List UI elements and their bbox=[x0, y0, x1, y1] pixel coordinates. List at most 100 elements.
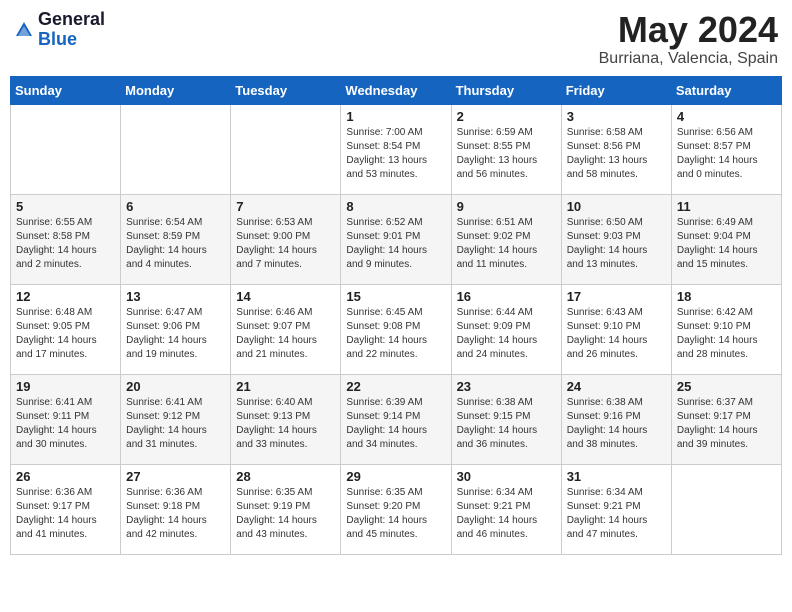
calendar-week-5: 26 Sunrise: 6:36 AM Sunset: 9:17 PM Dayli… bbox=[11, 464, 782, 554]
logo: General Blue bbox=[14, 10, 105, 50]
column-header-tuesday: Tuesday bbox=[231, 76, 341, 104]
calendar-cell: 27Sunrise: 6:36 AM Sunset: 9:18 PM Dayli… bbox=[121, 464, 231, 554]
column-header-wednesday: Wednesday bbox=[341, 76, 451, 104]
day-number: 12 bbox=[16, 289, 115, 304]
calendar-cell: 28 Sunrise: 6:35 AM Sunset: 9:19 PM Dayli… bbox=[231, 464, 341, 554]
calendar-cell: 22Sunrise: 6:39 AM Sunset: 9:14 PM Dayli… bbox=[341, 374, 451, 464]
day-info: Sunrise: 6:50 AM Sunset: 9:03 PM Dayligh… bbox=[567, 216, 666, 272]
calendar-cell: 19Sunrise: 6:41 AM Sunset: 9:11 PM Dayli… bbox=[11, 374, 121, 464]
day-number: 14 bbox=[236, 289, 335, 304]
day-number: 26 bbox=[16, 469, 115, 484]
calendar-cell: 18Sunrise: 6:42 AM Sunset: 9:10 PM Dayli… bbox=[671, 284, 781, 374]
title-block: May 2024 Burriana, Valencia, Spain bbox=[599, 10, 778, 68]
calendar-cell: 17Sunrise: 6:43 AM Sunset: 9:10 PM Dayli… bbox=[561, 284, 671, 374]
day-number: 4 bbox=[677, 109, 776, 124]
day-info: Sunrise: 6:58 AM Sunset: 8:56 PM Dayligh… bbox=[567, 126, 666, 182]
day-info: Sunrise: 6:59 AM Sunset: 8:55 PM Dayligh… bbox=[457, 126, 556, 182]
calendar-cell: 23 Sunrise: 6:38 AM Sunset: 9:15 PM Dayli… bbox=[451, 374, 561, 464]
day-info: Sunrise: 7:00 AM Sunset: 8:54 PM Dayligh… bbox=[346, 126, 445, 182]
day-info: Sunrise: 6:43 AM Sunset: 9:10 PM Dayligh… bbox=[567, 306, 666, 362]
day-number: 27 bbox=[126, 469, 225, 484]
column-header-friday: Friday bbox=[561, 76, 671, 104]
day-info: Sunrise: 6:38 AM Sunset: 9:15 PM Dayligh… bbox=[457, 396, 556, 452]
day-number: 8 bbox=[346, 199, 445, 214]
day-info: Sunrise: 6:41 AM Sunset: 9:11 PM Dayligh… bbox=[16, 396, 115, 452]
day-info: Sunrise: 6:48 AM Sunset: 9:05 PM Dayligh… bbox=[16, 306, 115, 362]
day-number: 24 bbox=[567, 379, 666, 394]
calendar-cell: 21 Sunrise: 6:40 AM Sunset: 9:13 PM Dayli… bbox=[231, 374, 341, 464]
calendar-cell: 9 Sunrise: 6:51 AM Sunset: 9:02 PM Daylig… bbox=[451, 194, 561, 284]
calendar-week-2: 5 Sunrise: 6:55 AM Sunset: 8:58 PM Daylig… bbox=[11, 194, 782, 284]
calendar-week-1: 1 Sunrise: 7:00 AM Sunset: 8:54 PM Daylig… bbox=[11, 104, 782, 194]
day-info: Sunrise: 6:34 AM Sunset: 9:21 PM Dayligh… bbox=[457, 486, 556, 542]
day-number: 5 bbox=[16, 199, 115, 214]
day-number: 3 bbox=[567, 109, 666, 124]
calendar-cell: 16 Sunrise: 6:44 AM Sunset: 9:09 PM Dayli… bbox=[451, 284, 561, 374]
logo-general-text: General bbox=[38, 10, 105, 30]
calendar-table: SundayMondayTuesdayWednesdayThursdayFrid… bbox=[10, 76, 782, 555]
location-subtitle: Burriana, Valencia, Spain bbox=[599, 50, 778, 68]
calendar-cell: 12 Sunrise: 6:48 AM Sunset: 9:05 PM Dayli… bbox=[11, 284, 121, 374]
calendar-cell: 3 Sunrise: 6:58 AM Sunset: 8:56 PM Daylig… bbox=[561, 104, 671, 194]
day-info: Sunrise: 6:51 AM Sunset: 9:02 PM Dayligh… bbox=[457, 216, 556, 272]
day-info: Sunrise: 6:41 AM Sunset: 9:12 PM Dayligh… bbox=[126, 396, 225, 452]
calendar-cell: 15Sunrise: 6:45 AM Sunset: 9:08 PM Dayli… bbox=[341, 284, 451, 374]
month-year-title: May 2024 bbox=[599, 10, 778, 50]
column-header-saturday: Saturday bbox=[671, 76, 781, 104]
calendar-cell: 30 Sunrise: 6:34 AM Sunset: 9:21 PM Dayli… bbox=[451, 464, 561, 554]
calendar-week-3: 12 Sunrise: 6:48 AM Sunset: 9:05 PM Dayli… bbox=[11, 284, 782, 374]
day-number: 31 bbox=[567, 469, 666, 484]
day-info: Sunrise: 6:44 AM Sunset: 9:09 PM Dayligh… bbox=[457, 306, 556, 362]
day-info: Sunrise: 6:36 AM Sunset: 9:17 PM Dayligh… bbox=[16, 486, 115, 542]
day-number: 16 bbox=[457, 289, 556, 304]
column-header-sunday: Sunday bbox=[11, 76, 121, 104]
column-header-monday: Monday bbox=[121, 76, 231, 104]
calendar-cell: 8 Sunrise: 6:52 AM Sunset: 9:01 PM Daylig… bbox=[341, 194, 451, 284]
day-number: 1 bbox=[346, 109, 445, 124]
logo-blue-text: Blue bbox=[38, 30, 105, 50]
calendar-cell: 10 Sunrise: 6:50 AM Sunset: 9:03 PM Dayli… bbox=[561, 194, 671, 284]
calendar-cell bbox=[11, 104, 121, 194]
calendar-cell: 6 Sunrise: 6:54 AM Sunset: 8:59 PM Daylig… bbox=[121, 194, 231, 284]
day-number: 21 bbox=[236, 379, 335, 394]
day-number: 7 bbox=[236, 199, 335, 214]
day-info: Sunrise: 6:46 AM Sunset: 9:07 PM Dayligh… bbox=[236, 306, 335, 362]
day-number: 11 bbox=[677, 199, 776, 214]
day-number: 9 bbox=[457, 199, 556, 214]
calendar-cell bbox=[121, 104, 231, 194]
day-number: 20 bbox=[126, 379, 225, 394]
day-number: 29 bbox=[346, 469, 445, 484]
day-number: 22 bbox=[346, 379, 445, 394]
day-info: Sunrise: 6:52 AM Sunset: 9:01 PM Dayligh… bbox=[346, 216, 445, 272]
calendar-cell: 13Sunrise: 6:47 AM Sunset: 9:06 PM Dayli… bbox=[121, 284, 231, 374]
calendar-cell: 29Sunrise: 6:35 AM Sunset: 9:20 PM Dayli… bbox=[341, 464, 451, 554]
calendar-cell: 14 Sunrise: 6:46 AM Sunset: 9:07 PM Dayli… bbox=[231, 284, 341, 374]
day-number: 30 bbox=[457, 469, 556, 484]
day-info: Sunrise: 6:55 AM Sunset: 8:58 PM Dayligh… bbox=[16, 216, 115, 272]
calendar-cell: 1 Sunrise: 7:00 AM Sunset: 8:54 PM Daylig… bbox=[341, 104, 451, 194]
day-number: 15 bbox=[346, 289, 445, 304]
page-header: General Blue May 2024 Burriana, Valencia… bbox=[10, 10, 782, 68]
day-info: Sunrise: 6:37 AM Sunset: 9:17 PM Dayligh… bbox=[677, 396, 776, 452]
calendar-cell: 11Sunrise: 6:49 AM Sunset: 9:04 PM Dayli… bbox=[671, 194, 781, 284]
day-info: Sunrise: 6:38 AM Sunset: 9:16 PM Dayligh… bbox=[567, 396, 666, 452]
day-number: 18 bbox=[677, 289, 776, 304]
day-number: 23 bbox=[457, 379, 556, 394]
calendar-cell: 4 Sunrise: 6:56 AM Sunset: 8:57 PM Daylig… bbox=[671, 104, 781, 194]
day-info: Sunrise: 6:53 AM Sunset: 9:00 PM Dayligh… bbox=[236, 216, 335, 272]
calendar-cell: 24 Sunrise: 6:38 AM Sunset: 9:16 PM Dayli… bbox=[561, 374, 671, 464]
calendar-cell: 20 Sunrise: 6:41 AM Sunset: 9:12 PM Dayli… bbox=[121, 374, 231, 464]
calendar-cell: 5 Sunrise: 6:55 AM Sunset: 8:58 PM Daylig… bbox=[11, 194, 121, 284]
day-info: Sunrise: 6:54 AM Sunset: 8:59 PM Dayligh… bbox=[126, 216, 225, 272]
day-info: Sunrise: 6:35 AM Sunset: 9:19 PM Dayligh… bbox=[236, 486, 335, 542]
day-number: 28 bbox=[236, 469, 335, 484]
calendar-cell: 25Sunrise: 6:37 AM Sunset: 9:17 PM Dayli… bbox=[671, 374, 781, 464]
day-info: Sunrise: 6:40 AM Sunset: 9:13 PM Dayligh… bbox=[236, 396, 335, 452]
calendar-cell bbox=[671, 464, 781, 554]
day-info: Sunrise: 6:56 AM Sunset: 8:57 PM Dayligh… bbox=[677, 126, 776, 182]
day-number: 10 bbox=[567, 199, 666, 214]
calendar-cell: 2Sunrise: 6:59 AM Sunset: 8:55 PM Daylig… bbox=[451, 104, 561, 194]
calendar-header-row: SundayMondayTuesdayWednesdayThursdayFrid… bbox=[11, 76, 782, 104]
calendar-cell bbox=[231, 104, 341, 194]
day-number: 6 bbox=[126, 199, 225, 214]
